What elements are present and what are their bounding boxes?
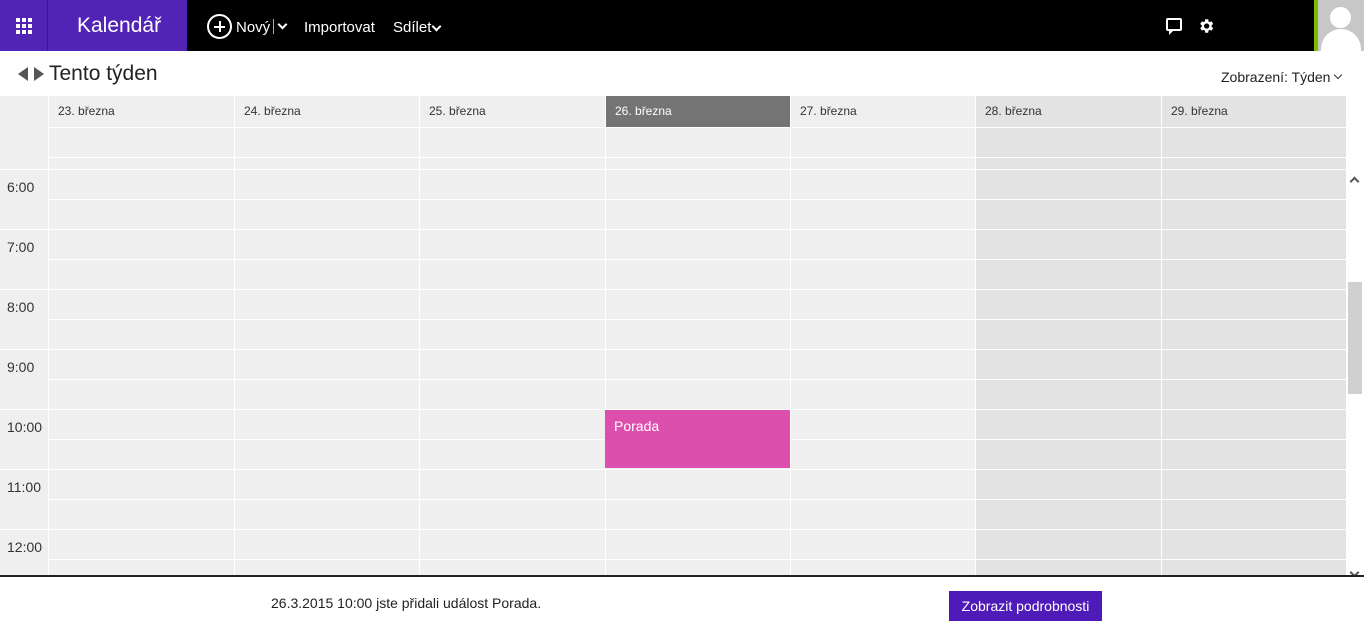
hour-line bbox=[0, 529, 1346, 530]
user-name[interactable] bbox=[1229, 0, 1265, 51]
day-column[interactable] bbox=[1161, 127, 1346, 576]
show-details-button[interactable]: Zobrazit podrobnosti bbox=[949, 591, 1102, 621]
day-header-today[interactable]: 26. března bbox=[605, 96, 790, 127]
next-week-icon[interactable] bbox=[34, 67, 44, 81]
calendar-event[interactable]: Porada bbox=[605, 410, 790, 468]
half-hour-line bbox=[48, 319, 1346, 320]
day-column[interactable] bbox=[605, 127, 790, 576]
hour-line bbox=[0, 349, 1346, 350]
top-bar: Kalendář Nový Importovat Sdílet bbox=[0, 0, 1364, 51]
hour-label: 10:00 bbox=[7, 419, 43, 435]
day-column[interactable] bbox=[48, 127, 234, 576]
week-calendar-grid: 23. března 24. března 25. března 26. bře… bbox=[0, 96, 1364, 576]
chat-icon[interactable] bbox=[1166, 18, 1182, 35]
app-title[interactable]: Kalendář bbox=[48, 0, 187, 51]
hour-line bbox=[0, 289, 1346, 290]
day-header[interactable]: 27. března bbox=[790, 96, 975, 127]
waffle-icon bbox=[15, 17, 32, 34]
day-header[interactable]: 28. března bbox=[975, 96, 1161, 127]
app-launcher-button[interactable] bbox=[0, 0, 48, 51]
divider bbox=[48, 127, 1346, 128]
hour-label: 12:00 bbox=[7, 539, 43, 555]
half-hour-line bbox=[48, 259, 1346, 260]
view-selector[interactable]: Zobrazení: Týden bbox=[1221, 69, 1330, 85]
hour-label: 9:00 bbox=[7, 359, 35, 375]
share-button[interactable]: Sdílet bbox=[393, 0, 431, 51]
day-column[interactable] bbox=[419, 127, 605, 576]
previous-week-icon[interactable] bbox=[18, 67, 28, 81]
half-hour-line bbox=[48, 379, 1346, 380]
divider bbox=[0, 169, 1346, 170]
half-hour-line bbox=[48, 499, 1346, 500]
toolbar-separator bbox=[273, 19, 274, 34]
hour-label: 11:00 bbox=[7, 479, 41, 495]
gear-icon[interactable] bbox=[1197, 17, 1215, 35]
plus-circle-icon[interactable] bbox=[207, 14, 232, 39]
hour-line bbox=[0, 469, 1346, 470]
hour-line bbox=[0, 229, 1346, 230]
share-chevron-down-icon[interactable] bbox=[431, 21, 442, 32]
avatar[interactable] bbox=[1318, 0, 1364, 51]
day-column[interactable] bbox=[234, 127, 419, 576]
divider bbox=[48, 157, 1346, 158]
event-title: Porada bbox=[614, 418, 660, 434]
half-hour-line bbox=[48, 199, 1346, 200]
hour-label: 6:00 bbox=[7, 179, 35, 195]
hour-label: 7:00 bbox=[7, 239, 35, 255]
day-header[interactable]: 25. března bbox=[419, 96, 605, 127]
hour-label: 8:00 bbox=[7, 299, 35, 315]
day-header[interactable]: 24. března bbox=[234, 96, 419, 127]
day-column[interactable] bbox=[975, 127, 1161, 576]
day-column[interactable] bbox=[790, 127, 975, 576]
notification-bar: 26.3.2015 10:00 jste přidali událost Por… bbox=[0, 575, 1364, 623]
notification-text: 26.3.2015 10:00 jste přidali událost Por… bbox=[271, 595, 542, 611]
view-chevron-down-icon[interactable] bbox=[1333, 70, 1343, 80]
new-chevron-down-icon[interactable] bbox=[277, 19, 288, 30]
day-header[interactable]: 29. března bbox=[1161, 96, 1346, 127]
period-title[interactable]: Tento týden bbox=[49, 62, 158, 86]
day-header[interactable]: 23. března bbox=[48, 96, 234, 127]
scrollbar-thumb[interactable] bbox=[1348, 282, 1362, 394]
time-gutter-header bbox=[0, 96, 48, 127]
new-button[interactable]: Nový bbox=[236, 0, 270, 51]
half-hour-line bbox=[48, 559, 1346, 560]
import-button[interactable]: Importovat bbox=[304, 0, 375, 51]
